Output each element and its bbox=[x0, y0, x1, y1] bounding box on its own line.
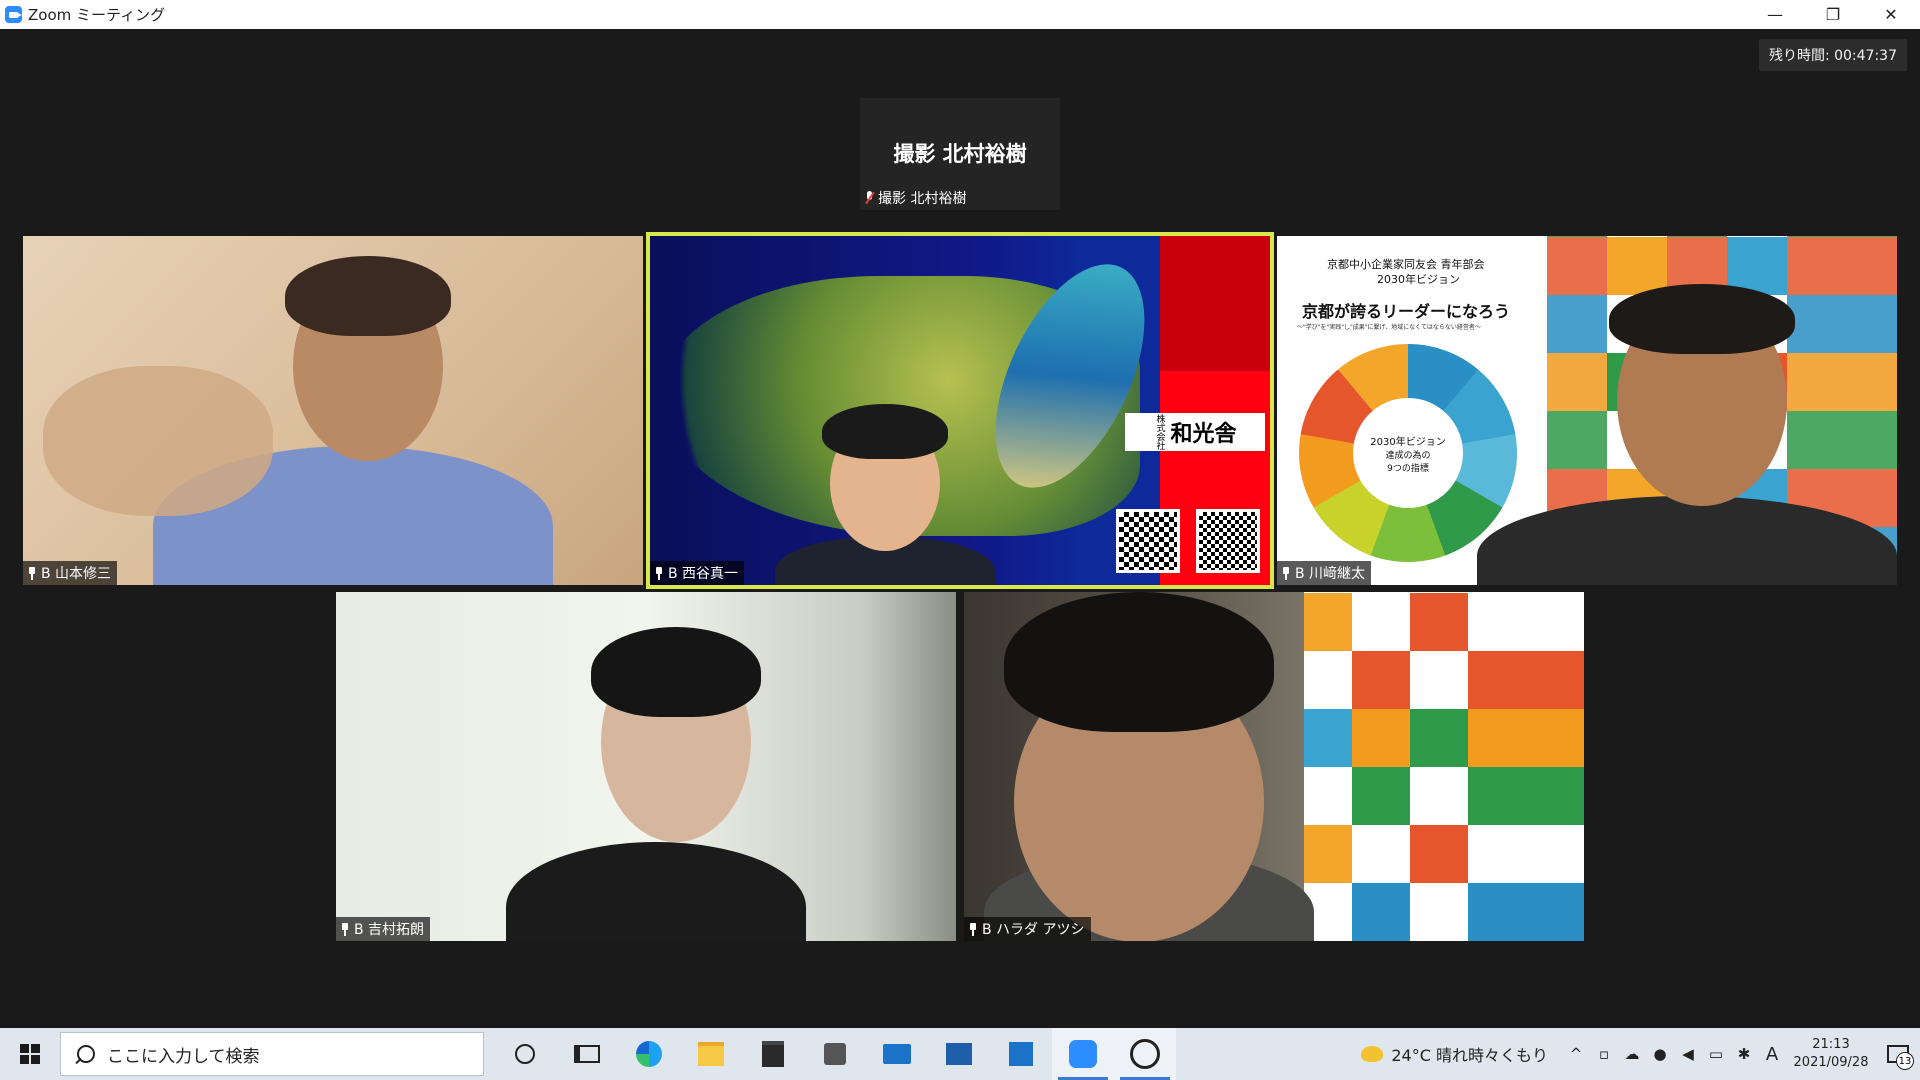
ime-indicator[interactable]: A bbox=[1758, 1028, 1786, 1080]
pin-icon bbox=[1281, 566, 1291, 580]
host-video-tile[interactable]: 撮影 北村裕樹 撮影 北村裕樹 bbox=[860, 98, 1060, 210]
notification-count-badge: 13 bbox=[1896, 1052, 1914, 1070]
participant-name-tag: B 西谷真一 bbox=[650, 561, 745, 585]
mic-muted-icon bbox=[864, 191, 874, 205]
title-bar: Zoom ミーティング — ❐ ✕ bbox=[0, 0, 1920, 29]
time-remaining-badge: 残り時間: 00:47:37 bbox=[1758, 39, 1907, 71]
slide-subtitle: 〜"学び"を"実践"し"成果"に繋げ、地域になくてはならない経営者〜 bbox=[1297, 324, 1481, 331]
start-button[interactable] bbox=[0, 1028, 60, 1080]
restore-button[interactable]: ❐ bbox=[1804, 0, 1862, 29]
virtual-background: 株式会社 和光舎 bbox=[650, 236, 1270, 585]
participant-name-tag: B ハラダ アツシ bbox=[964, 917, 1091, 941]
onedrive-cloud-icon[interactable]: ☁ bbox=[1618, 1028, 1646, 1080]
microphone-icon[interactable]: ● bbox=[1646, 1028, 1674, 1080]
host-name-tag: 撮影 北村裕樹 bbox=[864, 188, 966, 208]
wheel-center-line1: 2030年ビジョン bbox=[1370, 436, 1446, 448]
snipping-tool-icon[interactable] bbox=[804, 1028, 866, 1080]
meeting-gallery: 残り時間: 00:47:37 撮影 北村裕樹 撮影 北村裕樹 B 山本修三 株式… bbox=[0, 29, 1920, 1028]
slide-vision: 2030年ビジョン bbox=[1377, 273, 1460, 286]
participant-name: B 西谷真一 bbox=[668, 566, 739, 582]
system-tray: 24°C 晴れ時々くもり ^ ▫ ☁ ● ◀ ▭ ✱ A 21:13 2021/… bbox=[1361, 1028, 1920, 1080]
qr-code-left bbox=[1116, 509, 1180, 573]
participant-name: B ハラダ アツシ bbox=[982, 922, 1085, 938]
company-prefix: 株式会社 bbox=[1154, 414, 1165, 450]
action-center-button[interactable]: 13 bbox=[1876, 1028, 1920, 1080]
chat-app-icon[interactable] bbox=[1114, 1028, 1176, 1080]
chevron-up-icon[interactable]: ^ bbox=[1562, 1028, 1590, 1080]
taskbar-clock[interactable]: 21:13 2021/09/28 bbox=[1786, 1036, 1876, 1072]
photos-icon[interactable] bbox=[928, 1028, 990, 1080]
participant-tile-nishitani[interactable]: 株式会社 和光舎 B 西谷真一 bbox=[646, 232, 1274, 589]
participant-tile-kawasaki[interactable]: 京都中小企業家同友会 青年部会 2030年ビジョン 京都が誇るリーダーになろう … bbox=[1277, 236, 1897, 585]
pin-icon bbox=[27, 566, 37, 580]
taskbar-apps bbox=[494, 1028, 1176, 1080]
zoom-logo-icon bbox=[5, 6, 22, 23]
weather-text: 24°C 晴れ時々くもり bbox=[1391, 1046, 1548, 1065]
company-brand: 和光舎 bbox=[1170, 421, 1237, 447]
store-icon[interactable] bbox=[742, 1028, 804, 1080]
virtual-background: 京都中小企業家同友会 青年部会 2030年ビジョン 京都が誇るリーダーになろう … bbox=[1277, 236, 1897, 585]
host-name-label: 撮影 北村裕樹 bbox=[878, 191, 967, 207]
participant-name-tag: B 川﨑継太 bbox=[1277, 561, 1372, 585]
zoom-taskbar-icon[interactable] bbox=[1052, 1028, 1114, 1080]
participant-name: B 吉村拓朗 bbox=[354, 922, 425, 938]
search-icon bbox=[77, 1045, 95, 1063]
weather-partly-cloudy-icon bbox=[1361, 1046, 1384, 1062]
participant-name-tag: B 吉村拓朗 bbox=[336, 917, 431, 941]
participant-name-tag: B 山本修三 bbox=[23, 561, 118, 585]
search-placeholder: ここに入力して検索 bbox=[107, 1046, 260, 1067]
speaker-volume-icon[interactable]: ◀ bbox=[1674, 1028, 1702, 1080]
window-title: Zoom ミーティング bbox=[28, 6, 166, 24]
windows-taskbar: ここに入力して検索 24°C 晴れ時々くもり ^ ▫ ☁ ● ◀ ▭ ✱ A 2… bbox=[0, 1028, 1920, 1080]
participant-tile-yamamoto[interactable]: B 山本修三 bbox=[23, 236, 643, 585]
pin-icon bbox=[968, 922, 978, 936]
slide-org: 京都中小企業家同友会 青年部会 bbox=[1327, 258, 1485, 271]
clock-time: 21:13 bbox=[1812, 1037, 1850, 1052]
participant-tile-yoshimura[interactable]: B 吉村拓朗 bbox=[336, 592, 956, 941]
company-logo-banner: 株式会社 和光舎 bbox=[1125, 413, 1265, 451]
pin-icon bbox=[340, 922, 350, 936]
clock-date: 2021/09/28 bbox=[1793, 1055, 1869, 1070]
mail-icon[interactable] bbox=[866, 1028, 928, 1080]
minimize-button[interactable]: — bbox=[1746, 0, 1804, 29]
calendar-icon[interactable] bbox=[990, 1028, 1052, 1080]
participant-name: B 川﨑継太 bbox=[1295, 566, 1366, 582]
qr-code-right bbox=[1196, 509, 1260, 573]
edge-browser-icon[interactable] bbox=[618, 1028, 680, 1080]
vision-wheel: 2030年ビジョン 達成の為の 9つの指標 bbox=[1299, 344, 1517, 562]
virtual-background bbox=[964, 592, 1584, 941]
cortana-icon[interactable] bbox=[494, 1028, 556, 1080]
device-icon[interactable]: ▫ bbox=[1590, 1028, 1618, 1080]
weather-widget[interactable]: 24°C 晴れ時々くもり bbox=[1361, 1042, 1548, 1066]
taskbar-search-box[interactable]: ここに入力して検索 bbox=[60, 1032, 484, 1076]
participant-tile-harada[interactable]: B ハラダ アツシ bbox=[964, 592, 1584, 941]
participant-name: B 山本修三 bbox=[41, 566, 112, 582]
task-view-icon[interactable] bbox=[556, 1028, 618, 1080]
window-controls: — ❐ ✕ bbox=[1746, 0, 1920, 29]
participant-video bbox=[23, 236, 643, 585]
slide-headline: 京都が誇るリーダーになろう bbox=[1302, 302, 1511, 321]
file-explorer-icon[interactable] bbox=[680, 1028, 742, 1080]
pin-icon bbox=[654, 566, 664, 580]
wheel-center-line3: 9つの指標 bbox=[1387, 463, 1429, 474]
close-button[interactable]: ✕ bbox=[1862, 0, 1920, 29]
wheel-center-line2: 達成の為の bbox=[1385, 450, 1431, 461]
zoom-app: Zoom ミーティング — ❐ ✕ 残り時間: 00:47:37 撮影 北村裕樹… bbox=[0, 0, 1920, 1080]
battery-icon[interactable]: ▭ bbox=[1702, 1028, 1730, 1080]
host-display-name: 撮影 北村裕樹 bbox=[893, 142, 1027, 166]
windows-logo-icon bbox=[20, 1044, 40, 1064]
network-icon[interactable]: ✱ bbox=[1730, 1028, 1758, 1080]
